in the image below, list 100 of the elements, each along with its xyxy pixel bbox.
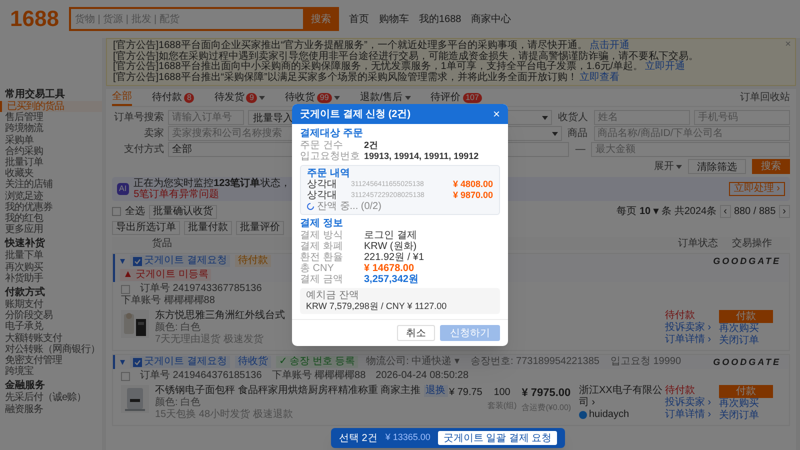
toolbar-button[interactable]: 批量评价	[236, 221, 284, 235]
selection-count: 선택 2건	[339, 432, 378, 446]
sidebar-item[interactable]: 大额转账支付	[0, 332, 102, 344]
sidebar-item[interactable]: 已买到的货品	[0, 101, 102, 112]
tab[interactable]: 全部	[112, 89, 132, 106]
page-size-select[interactable]: 10 ▾	[639, 204, 658, 219]
sidebar-item[interactable]: 我的优惠券	[0, 202, 102, 214]
action-link[interactable]: 关闭订单	[719, 410, 759, 422]
alert-text: 5笔订单有异常问题	[134, 189, 220, 200]
pay-button[interactable]: 付款	[719, 310, 773, 323]
sidebar-item[interactable]: 融资服务	[0, 404, 102, 415]
sidebar-heading: 付款方式	[4, 287, 46, 298]
sidebar-heading: 金融服务	[4, 380, 46, 392]
tab[interactable]: 待评价 107	[430, 89, 482, 106]
column-header: 货品	[152, 237, 172, 251]
seller-id[interactable]: huidaych	[589, 409, 630, 421]
select-all-label[interactable]: 全选	[125, 204, 145, 219]
balance-value: KRW 7,579,298원 / CNY ¥ 1127.00	[306, 301, 447, 312]
sidebar-item[interactable]: 再次购买	[0, 262, 102, 273]
nav-link[interactable]: 首页	[348, 12, 369, 26]
count-badge: 9	[246, 92, 257, 102]
field-label: 收货人	[557, 111, 589, 125]
status-link[interactable]: 投诉卖家 ›	[665, 397, 712, 409]
sidebar-item[interactable]: 关注的店铺	[0, 179, 102, 191]
sidebar-item[interactable]: 批量订单	[0, 157, 102, 168]
sidebar-item[interactable]: 补货助手	[0, 272, 102, 284]
field-label: —	[574, 143, 586, 157]
field-value: 2건	[364, 140, 378, 151]
sidebar-item[interactable]: 售后管理	[0, 112, 102, 124]
dialog-title: 굿게이트 결제 신청 (2건)	[300, 108, 411, 122]
pay-button[interactable]: 付款	[719, 385, 773, 398]
notice-link[interactable]: 立即开通	[645, 61, 686, 72]
action-link[interactable]: 再次购买	[719, 323, 759, 335]
next-page-button[interactable]: ›	[778, 205, 790, 218]
nav-link[interactable]: 购物车	[378, 12, 409, 26]
sidebar-item[interactable]: 批量下单	[0, 250, 102, 262]
expand-link[interactable]: 展开	[654, 159, 682, 174]
clear-filter-button[interactable]: 清除筛选	[688, 159, 746, 174]
row-checkbox[interactable]	[121, 372, 130, 380]
nav-link[interactable]: 商家中心	[471, 12, 512, 26]
sidebar-item[interactable]: 对公转账（网商银行）	[0, 344, 102, 356]
search-button[interactable]: 搜索	[752, 159, 790, 174]
tab[interactable]: 退款/售后	[360, 89, 411, 106]
sidebar-item[interactable]: 合约采购	[0, 146, 102, 158]
toolbar-button[interactable]: 批量确认收货	[149, 204, 217, 218]
recycle-bin-link[interactable]: 订单回收站	[740, 90, 790, 105]
tab[interactable]: 待发货 9	[214, 89, 265, 106]
handle-button[interactable]: 立即处理 ›	[728, 182, 785, 196]
section-heading: 결제대상 주문	[300, 128, 363, 140]
sidebar-item[interactable]: 收藏夹	[0, 168, 102, 180]
toolbar-button[interactable]: 批量付款	[184, 221, 232, 235]
tab[interactable]: 待付款 8	[152, 89, 194, 106]
per-page-label: 每页	[616, 205, 636, 219]
notice-link[interactable]: 立即查看	[579, 72, 620, 82]
search-button[interactable]: 搜索	[302, 7, 339, 31]
sidebar-item[interactable]: 浏览足迹	[0, 190, 102, 202]
status-tag: 입고요청 19990	[607, 356, 684, 368]
status-link[interactable]: 投诉卖家 ›	[665, 322, 712, 334]
tab[interactable]: 待收货 99	[284, 89, 340, 106]
close-button[interactable]: ×	[785, 40, 791, 50]
order-number: 订单号 2419743367785136	[140, 283, 262, 294]
return-tag: 退换	[424, 385, 448, 397]
sidebar-item[interactable]: 更多应用	[0, 224, 102, 236]
status-link[interactable]: 订单详情 ›	[665, 334, 712, 346]
toolbar-button[interactable]: 导出所选订单	[112, 221, 180, 235]
bulk-payment-button[interactable]: 굿게이트 일괄 결제 요청	[438, 431, 557, 445]
selection-amount: ¥ 13365.00	[385, 431, 430, 444]
sidebar-item[interactable]: 电子承兑	[0, 321, 102, 333]
product-title[interactable]: 东方悦思雅三角洲红外线台式	[155, 310, 285, 322]
status-tag: ✓ 송장 번호 등록	[276, 356, 358, 368]
sidebar-item[interactable]: 跨境物流	[0, 123, 102, 135]
sidebar-item[interactable]: 采购单	[0, 134, 102, 146]
row-checkbox[interactable]	[121, 284, 130, 294]
sidebar-item[interactable]: 分阶段交易	[0, 310, 102, 322]
previous-page-button[interactable]: ‹	[720, 205, 731, 218]
status-link[interactable]: 订单详情 ›	[665, 409, 712, 421]
field-label: 결제 화폐	[300, 241, 344, 252]
checkbox[interactable]	[133, 358, 142, 366]
count-badge: 107	[462, 92, 482, 102]
sidebar-item[interactable]: 免密支付管理	[0, 355, 102, 366]
sidebar-item[interactable]: 跨境宝	[0, 366, 102, 378]
product-title[interactable]: 不锈钢电子面包秤 食品秤家用烘焙厨房秤精准称重 商家主推	[155, 385, 421, 397]
column-header: 交易操作	[732, 236, 773, 251]
sidebar-item[interactable]: 我的红包	[0, 213, 102, 224]
item-amount: ¥ 4808.00	[452, 179, 493, 190]
sidebar-item[interactable]: 账期支付	[0, 299, 102, 310]
checkbox[interactable]	[133, 256, 142, 266]
nav-link[interactable]: 我的1688	[418, 12, 462, 26]
field-value: ¥ 14678.00	[364, 263, 414, 274]
buyer-account: 下单账号 椰椰椰椰88	[121, 295, 215, 307]
action-link[interactable]: 再次购买	[719, 398, 759, 410]
sidebar-item[interactable]: 先采后付（诚e赊）	[0, 392, 102, 404]
action-link[interactable]: 关闭订单	[719, 335, 759, 347]
notice-link[interactable]: 点击开通	[589, 40, 630, 51]
unit-label: 条	[661, 205, 672, 219]
field-label: 卖家	[143, 126, 164, 141]
cancel-button[interactable]: 취소	[397, 325, 435, 341]
logo[interactable]: 1688	[10, 6, 59, 32]
select-all-checkbox[interactable]	[112, 207, 121, 216]
close-button[interactable]: ×	[492, 108, 500, 120]
